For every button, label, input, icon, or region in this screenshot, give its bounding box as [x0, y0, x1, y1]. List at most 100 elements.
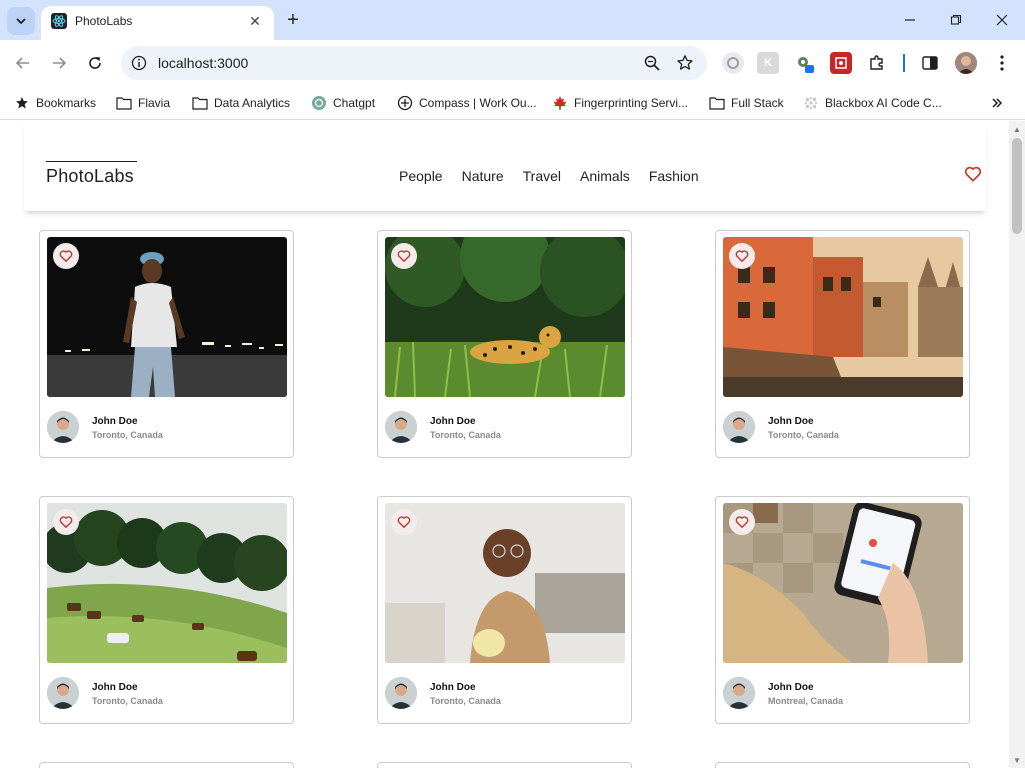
photographer-name: John Doe [92, 682, 138, 693]
photo-card[interactable]: John Doe Montreal, Canada [715, 496, 970, 724]
photo-image[interactable] [723, 237, 963, 397]
browser-tabstrip: PhotoLabs ✕ + [0, 0, 1025, 40]
topic-fashion[interactable]: Fashion [649, 168, 699, 184]
tab-search-button[interactable] [7, 7, 35, 35]
photo-card[interactable]: John Doe Toronto, Canada [715, 230, 970, 458]
bookmarks-overflow-icon[interactable] [991, 96, 1003, 112]
minimize-button[interactable] [896, 6, 924, 34]
bookmark-item[interactable]: Blackbox AI Code C... [803, 93, 942, 113]
browser-menu-icon[interactable] [991, 52, 1013, 74]
back-arrow-icon [15, 57, 29, 69]
bookmark-label: Full Stack [731, 96, 784, 110]
favourite-button[interactable] [391, 243, 417, 269]
star-icon [14, 95, 30, 111]
photographer-location: Montreal, Canada [768, 696, 844, 706]
bookmark-star-icon[interactable] [676, 54, 694, 72]
reload-button[interactable] [81, 49, 109, 77]
folder-icon [192, 95, 208, 111]
scroll-up-arrow-icon[interactable]: ▲ [1013, 125, 1021, 134]
bookmark-label: Flavia [138, 96, 171, 110]
favourite-button[interactable] [391, 509, 417, 535]
bookmark-item[interactable]: Compass | Work Ou... [397, 93, 537, 113]
photographer-location: Toronto, Canada [430, 430, 501, 440]
photo-card[interactable]: John Doe Toronto, Canada [377, 496, 632, 724]
forward-arrow-icon [53, 57, 67, 69]
puzzle-red-extension-icon[interactable] [830, 52, 852, 74]
scroll-down-arrow-icon[interactable]: ▼ [1013, 756, 1021, 765]
favourite-button[interactable] [729, 509, 755, 535]
photo-card[interactable]: John Doe Toronto, Canada [377, 230, 632, 458]
photo-card[interactable]: John Doe Toronto, Canada [39, 496, 294, 724]
url-text[interactable]: localhost:3000 [158, 55, 248, 71]
bookmark-item[interactable]: Bookmarks [14, 93, 96, 113]
photo-image[interactable] [385, 237, 625, 397]
topic-list: People Nature Travel Animals Fashion [399, 168, 699, 184]
toolbar-divider [903, 54, 905, 72]
address-bar[interactable]: localhost:3000 [121, 46, 707, 80]
topic-animals[interactable]: Animals [580, 168, 630, 184]
avatar [47, 411, 79, 443]
chatgpt-icon [311, 95, 327, 111]
react-icon [51, 13, 67, 29]
close-tab-icon[interactable]: ✕ [246, 12, 264, 30]
photo-image[interactable] [47, 237, 287, 397]
photo-image[interactable] [47, 503, 287, 663]
extensions-puzzle-icon[interactable] [866, 52, 888, 74]
favourite-button[interactable] [53, 243, 79, 269]
page-scrollbar[interactable]: ▲ ▼ [1009, 121, 1025, 768]
photo-card[interactable] [377, 762, 632, 768]
bookmark-item[interactable]: Chatgpt [311, 93, 375, 113]
bookmark-item[interactable]: Flavia [116, 93, 170, 113]
photo-card[interactable] [715, 762, 970, 768]
k-extension-icon[interactable]: K [757, 52, 779, 74]
app-logo[interactable]: PhotoLabs [46, 161, 137, 187]
bookmark-label: Blackbox AI Code C... [825, 96, 942, 110]
bookmarks-bar: Bookmarks Flavia Data Analytics Chatgpt … [0, 86, 1025, 120]
bookmark-label: Fingerprinting Servi... [574, 96, 689, 110]
scrollbar-thumb[interactable] [1012, 138, 1022, 234]
back-button[interactable] [9, 49, 37, 77]
photographer-location: Toronto, Canada [92, 696, 163, 706]
new-tab-button[interactable]: + [283, 10, 303, 30]
bookmark-item[interactable]: Fingerprinting Servi... [552, 93, 688, 113]
forward-button[interactable] [45, 49, 73, 77]
topic-people[interactable]: People [399, 168, 443, 184]
settings-extension-icon[interactable] [793, 52, 815, 74]
heart-icon [59, 516, 73, 528]
photographer-name: John Doe [92, 416, 138, 427]
heart-icon [735, 516, 749, 528]
side-panel-icon[interactable] [919, 52, 941, 74]
browser-tab[interactable]: PhotoLabs ✕ [41, 6, 274, 40]
bookmark-item[interactable]: Data Analytics [192, 93, 290, 113]
site-info-icon[interactable] [129, 53, 149, 73]
favourite-button[interactable] [53, 509, 79, 535]
compass-icon [397, 95, 413, 111]
top-navigation-bar: PhotoLabs People Nature Travel Animals F… [24, 121, 986, 211]
heart-icon [397, 250, 411, 262]
zoom-icon[interactable] [643, 54, 661, 72]
photographer-location: Toronto, Canada [92, 430, 163, 440]
photographer-name: John Doe [430, 416, 476, 427]
grammarly-extension-icon[interactable] [722, 52, 744, 74]
folder-icon [116, 95, 132, 111]
photo-image[interactable] [723, 503, 963, 663]
favourites-heart-icon[interactable] [964, 165, 982, 183]
bookmark-item[interactable]: Full Stack [709, 93, 784, 113]
avatar [723, 677, 755, 709]
profile-avatar[interactable] [955, 52, 977, 74]
restore-button[interactable] [942, 6, 970, 34]
photo-card[interactable]: John Doe Toronto, Canada [39, 230, 294, 458]
bookmark-label: Data Analytics [214, 96, 291, 110]
topic-nature[interactable]: Nature [462, 168, 504, 184]
photographer-location: Toronto, Canada [768, 430, 839, 440]
photo-card[interactable] [39, 762, 294, 768]
photographer-location: Toronto, Canada [430, 696, 501, 706]
folder-icon [709, 95, 725, 111]
close-window-button[interactable] [988, 6, 1016, 34]
favourite-button[interactable] [729, 243, 755, 269]
photolabs-page: PhotoLabs People Nature Travel Animals F… [0, 121, 1009, 768]
topic-travel[interactable]: Travel [523, 168, 561, 184]
photo-image[interactable] [385, 503, 625, 663]
bookmark-label: Chatgpt [333, 96, 376, 110]
photographer-name: John Doe [430, 682, 476, 693]
